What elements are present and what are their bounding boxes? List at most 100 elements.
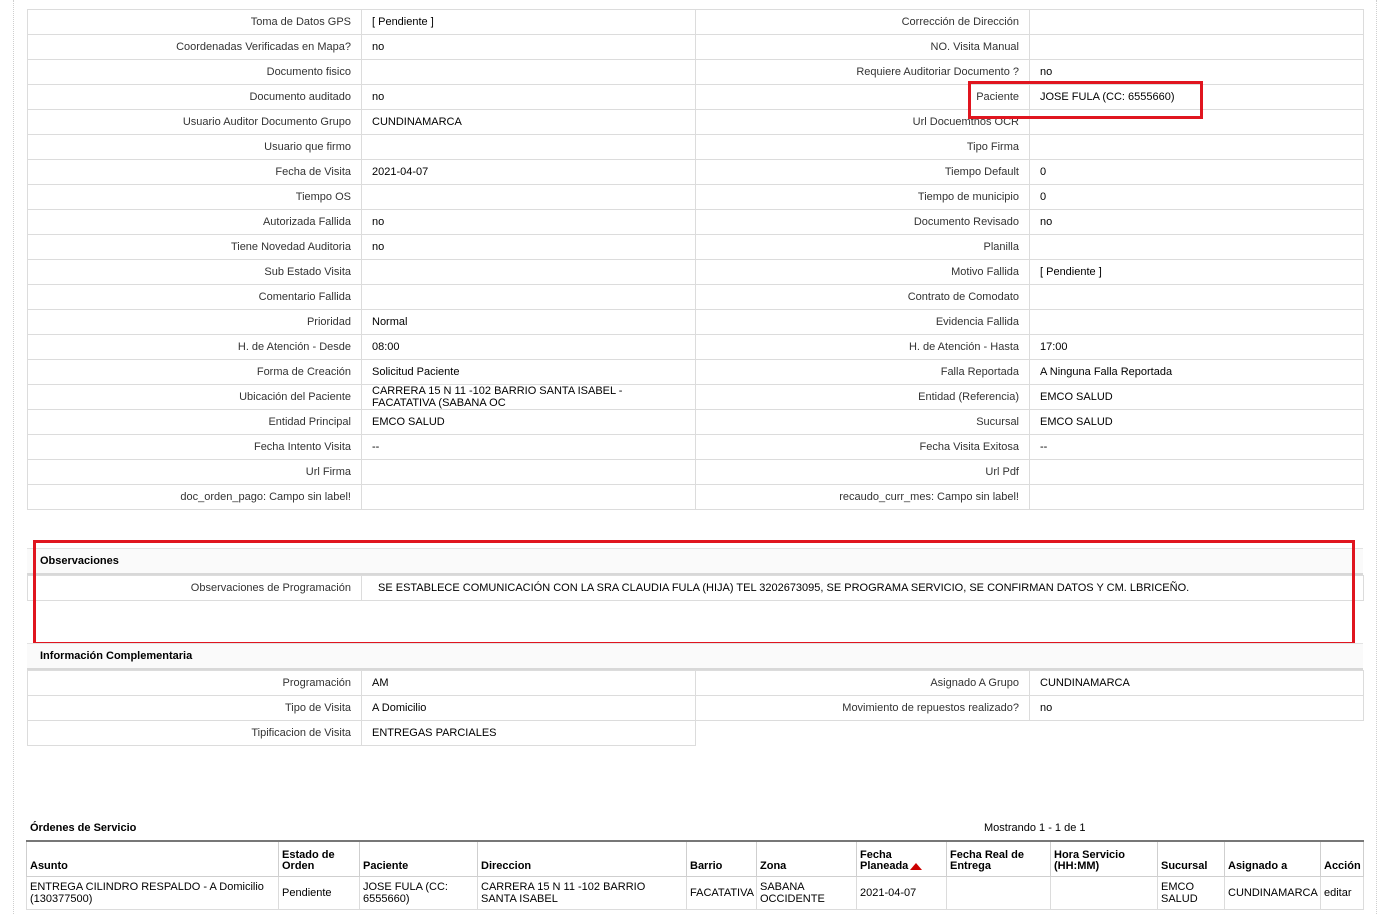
- tipificacion-de-visita-label: Tipificacion de Visita: [27, 720, 362, 746]
- fecha-intento-visita-value: --: [361, 434, 696, 460]
- correccion-de-direccion-label: Corrección de Dirección: [695, 9, 1030, 35]
- documento-revisado-label: Documento Revisado: [695, 209, 1030, 235]
- col-header-label: Zona: [760, 860, 787, 872]
- tipificacion-de-visita-value: ENTREGAS PARCIALES: [361, 720, 696, 746]
- comentario-fallida-label: Comentario Fallida: [27, 284, 362, 310]
- planilla-label: Planilla: [695, 234, 1030, 260]
- programacion-value: AM: [361, 670, 696, 696]
- col-header-direccion[interactable]: Direccion: [477, 840, 687, 877]
- detail-row: Entidad Principal EMCO SALUD Sucursal EMCO …: [27, 409, 1364, 435]
- forma-de-creacion-value: Solicitud Paciente: [361, 359, 696, 385]
- detail-row: Usuario que firmo Tipo Firma: [27, 134, 1364, 160]
- col-header-label: Sucursal: [1161, 860, 1208, 872]
- sucursal-label: Sucursal: [695, 409, 1030, 435]
- edit-link[interactable]: editar: [1320, 876, 1364, 910]
- fecha-visita-exitosa-label: Fecha Visita Exitosa: [695, 434, 1030, 460]
- tiempo-de-municipio-label: Tiempo de municipio: [695, 184, 1030, 210]
- cell-fecha-real-de-entrega: [946, 876, 1051, 910]
- ubicacion-del-paciente-label: Ubicación del Paciente: [27, 384, 362, 410]
- url-firma-value: [361, 459, 696, 485]
- col-header-label: Direccion: [481, 860, 532, 872]
- tiene-novedad-auditoria-value: no: [361, 234, 696, 260]
- col-header-asunto[interactable]: Asunto: [26, 840, 279, 877]
- toma-de-datos-gps-label: Toma de Datos GPS: [27, 9, 362, 35]
- usuario-auditor-documento-grupo-value: CUNDINAMARCA: [361, 109, 696, 135]
- documento-revisado-value: no: [1029, 209, 1364, 235]
- col-header-barrio[interactable]: Barrio: [686, 840, 757, 877]
- detail-row: Tiempo OS Tiempo de municipio 0: [27, 184, 1364, 210]
- detail-row: Url Firma Url Pdf: [27, 459, 1364, 485]
- falla-reportada-label: Falla Reportada: [695, 359, 1030, 385]
- sort-ascending-icon[interactable]: [910, 862, 923, 870]
- col-header-label: Fecha Planeada: [860, 849, 909, 872]
- detail-row: H. de Atención - Desde 08:00 H. de Atenció…: [27, 334, 1364, 360]
- col-header-label: Asignado a: [1228, 860, 1288, 872]
- right-guide-line: [1376, 0, 1377, 914]
- tipo-firma-value: [1029, 134, 1364, 160]
- documento-auditado-value: no: [361, 84, 696, 110]
- documento-fisico-value: [361, 59, 696, 85]
- tiene-novedad-auditoria-label: Tiene Novedad Auditoria: [27, 234, 362, 260]
- col-header-paciente[interactable]: Paciente: [359, 840, 478, 877]
- fecha-visita-exitosa-value: --: [1029, 434, 1364, 460]
- entidad-principal-value: EMCO SALUD: [361, 409, 696, 435]
- detail-row: Coordenadas Verificadas en Mapa? no NO. V…: [27, 34, 1364, 60]
- contrato-de-comodato-value: [1029, 284, 1364, 310]
- col-header-estado-de-orden[interactable]: Estado de Orden: [278, 840, 360, 877]
- sub-estado-visita-label: Sub Estado Visita: [27, 259, 362, 285]
- tiempo-os-label: Tiempo OS: [27, 184, 362, 210]
- h-de-atencion-desde-value: 08:00: [361, 334, 696, 360]
- no-visita-manual-label: NO. Visita Manual: [695, 34, 1030, 60]
- col-header-fecha-real-de-entrega[interactable]: Fecha Real de Entrega: [946, 840, 1051, 877]
- doc-orden-pago-campo-sin-label-label: doc_orden_pago: Campo sin label!: [27, 484, 362, 510]
- col-header-sucursal[interactable]: Sucursal: [1157, 840, 1225, 877]
- usuario-auditor-documento-grupo-label: Usuario Auditor Documento Grupo: [27, 109, 362, 135]
- evidencia-fallida-label: Evidencia Fallida: [695, 309, 1030, 335]
- observaciones-highlight-box: [33, 540, 1355, 645]
- comp-row: Tipo de Visita A Domicilio Movimiento de r…: [27, 695, 1364, 721]
- complementaria-table: Programación AM Asignado A Grupo CUNDINAMAR…: [27, 670, 1364, 746]
- tipo-firma-label: Tipo Firma: [695, 134, 1030, 160]
- cell-direccion: CARRERA 15 N 11 -102 BARRIO SANTA ISABEL: [477, 876, 687, 910]
- col-header-label: Hora Servicio (HH:MM): [1054, 849, 1125, 872]
- entidad-principal-label: Entidad Principal: [27, 409, 362, 435]
- motivo-fallida-value: [ Pendiente ]: [1029, 259, 1364, 285]
- contrato-de-comodato-label: Contrato de Comodato: [695, 284, 1030, 310]
- left-guide-line: [13, 0, 14, 914]
- fecha-de-visita-label: Fecha de Visita: [27, 159, 362, 185]
- programacion-label: Programación: [27, 670, 362, 696]
- recaudo-curr-mes-campo-sin-label-label: recaudo_curr_mes: Campo sin label!: [695, 484, 1030, 510]
- col-header-fecha-planeada[interactable]: Fecha Planeada: [856, 840, 947, 877]
- usuario-que-firmo-value: [361, 134, 696, 160]
- detail-row: Sub Estado Visita Motivo Fallida[ Pendien…: [27, 259, 1364, 285]
- cell-asignado-a: CUNDINAMARCA: [1224, 876, 1321, 910]
- sucursal-value: EMCO SALUD: [1029, 409, 1364, 435]
- entidad-referencia-value: EMCO SALUD: [1029, 384, 1364, 410]
- col-header-zona[interactable]: Zona: [756, 840, 857, 877]
- correccion-de-direccion-value: [1029, 9, 1364, 35]
- paciente-highlight-box: [968, 81, 1203, 119]
- cell-asunto: ENTREGA CILINDRO RESPALDO - A Domicilio …: [26, 876, 279, 910]
- url-pdf-value: [1029, 459, 1364, 485]
- complementaria-section: Información Complementaria Programación A…: [27, 643, 1364, 746]
- complementaria-title: Información Complementaria: [27, 643, 1363, 670]
- detail-row: doc_orden_pago: Campo sin label! recaudo_…: [27, 484, 1364, 510]
- no-visita-manual-value: [1029, 34, 1364, 60]
- toma-de-datos-gps-value: [ Pendiente ]: [361, 9, 696, 35]
- h-de-atencion-desde-label: H. de Atención - Desde: [27, 334, 362, 360]
- cell-paciente: JOSE FULA (CC: 6555660): [359, 876, 478, 910]
- col-header-asignado-a[interactable]: Asignado a: [1224, 840, 1321, 877]
- detail-row: Tiene Novedad Auditoria no Planilla: [27, 234, 1364, 260]
- cell-sucursal: EMCO SALUD: [1157, 876, 1225, 910]
- coordenadas-verificadas-en-mapa-value: no: [361, 34, 696, 60]
- tiempo-default-label: Tiempo Default: [695, 159, 1030, 185]
- comp-row: Programación AM Asignado A Grupo CUNDINAMAR…: [27, 670, 1364, 696]
- tipo-de-visita-label: Tipo de Visita: [27, 695, 362, 721]
- col-header-label: Estado de Orden: [282, 849, 335, 872]
- sub-estado-visita-value: [361, 259, 696, 285]
- movimiento-de-repuestos-realizado-label: Movimiento de repuestos realizado?: [695, 695, 1030, 721]
- col-header-label: Fecha Real de Entrega: [950, 849, 1024, 872]
- col-header-accion[interactable]: Acción: [1320, 840, 1364, 877]
- col-header-hora-servicio-hh-mm[interactable]: Hora Servicio (HH:MM): [1050, 840, 1158, 877]
- forma-de-creacion-label: Forma de Creación: [27, 359, 362, 385]
